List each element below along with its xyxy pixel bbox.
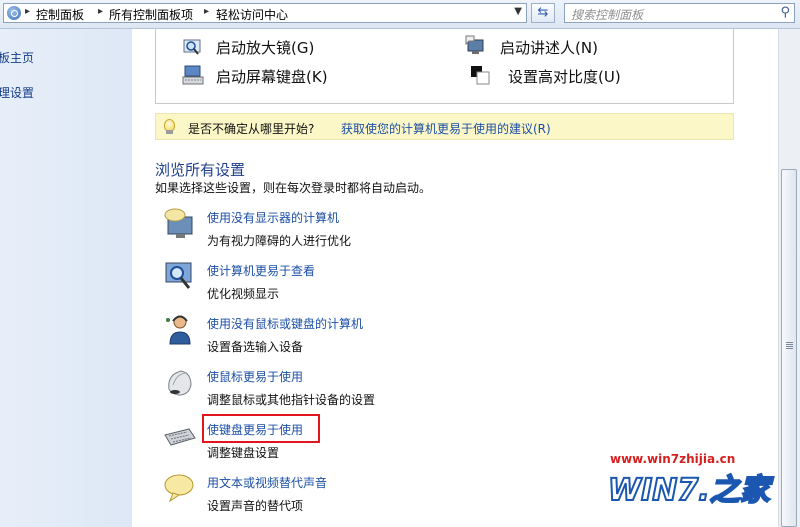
option-mouse-desc: 调整鼠标或其他指针设备的设置	[207, 393, 376, 407]
set-high-contrast-link[interactable]: 设置高对比度(U)	[508, 66, 621, 87]
onscreen-keyboard-icon	[182, 65, 204, 85]
search-placeholder: 搜索控制面板	[571, 8, 644, 22]
tip-question: 是否不确定从哪里开始?	[188, 122, 315, 136]
option-mouse-link[interactable]: 使鼠标更易于使用	[207, 368, 303, 385]
breadcrumb-separator-icon[interactable]: ▸	[98, 6, 103, 17]
refresh-button[interactable]: ⇆	[531, 3, 555, 23]
option-no-mouse-keyboard-link[interactable]: 使用没有鼠标或键盘的计算机	[207, 315, 363, 332]
breadcrumb-ease-of-access[interactable]: 轻松访问中心	[216, 6, 288, 23]
speech-bubble-icon	[164, 474, 194, 503]
magnifier-icon	[183, 39, 201, 55]
keyboard-option-highlight	[202, 414, 320, 443]
person-headset-icon	[166, 315, 191, 345]
start-magnifier-link[interactable]: 启动放大镜(G)	[216, 37, 314, 58]
keyboard-icon	[164, 428, 196, 446]
monitor-speech-icon	[164, 208, 193, 238]
option-easier-see-link[interactable]: 使计算机更易于查看	[207, 262, 315, 279]
chevron-down-icon[interactable]: ▼	[514, 6, 522, 17]
address-toolbar: ▸ 控制面板 ▸ 所有控制面板项 ▸ 轻松访问中心 ▼ ⇆ 搜索控制面板 ⚲	[0, 0, 800, 29]
breadcrumb-separator-icon[interactable]: ▸	[204, 6, 209, 17]
option-easier-see-desc: 优化视频显示	[207, 287, 280, 301]
section-description: 如果选择这些设置，则在每次登录时都将自动启动。	[155, 181, 432, 195]
nav-manage-link[interactable]: 理设置	[0, 84, 34, 101]
get-recommendations-link[interactable]: 获取使您的计算机更易于使用的建议(R)	[341, 120, 551, 137]
quick-access-box: 启动放大镜(G) 启动讲述人(N) 启动屏幕键盘(K) 设置高对比度(U)	[155, 29, 734, 104]
search-input[interactable]: 搜索控制面板 ⚲	[564, 3, 795, 23]
tip-bar: 是否不确定从哪里开始? 获取使您的计算机更易于使用的建议(R)	[155, 113, 734, 140]
option-keyboard-desc: 调整键盘设置	[207, 446, 280, 460]
scrollbar-grip	[786, 342, 793, 343]
option-no-mouse-keyboard-desc: 设置备选输入设备	[207, 340, 304, 354]
breadcrumb-all-items[interactable]: 所有控制面板项	[109, 6, 193, 23]
breadcrumb-separator-icon[interactable]: ▸	[25, 6, 30, 17]
lightbulb-base	[166, 130, 173, 134]
watermark-url: www.win7zhijia.cn	[610, 452, 736, 466]
vertical-scrollbar[interactable]	[778, 29, 800, 527]
high-contrast-icon	[471, 66, 490, 85]
option-text-video-link[interactable]: 用文本或视频替代声音	[207, 474, 327, 491]
section-title: 浏览所有设置	[155, 161, 246, 179]
nav-home-link[interactable]: 板主页	[0, 49, 34, 66]
search-icon[interactable]: ⚲	[780, 5, 790, 20]
option-no-display-desc: 为有视力障碍的人进行优化	[207, 234, 352, 248]
scrollbar-thumb[interactable]	[781, 169, 797, 527]
breadcrumb-control-panel[interactable]: 控制面板	[36, 6, 84, 23]
narrator-icon	[465, 35, 484, 54]
address-bar[interactable]: ▸ 控制面板 ▸ 所有控制面板项 ▸ 轻松访问中心 ▼	[3, 3, 527, 23]
mouse-icon	[168, 370, 192, 396]
start-narrator-link[interactable]: 启动讲述人(N)	[500, 37, 598, 58]
monitor-magnifier-icon	[165, 262, 192, 289]
option-no-display-link[interactable]: 使用没有显示器的计算机	[207, 209, 339, 226]
start-onscreen-keyboard-link[interactable]: 启动屏幕键盘(K)	[216, 66, 328, 87]
left-nav-pane: 板主页 理设置	[0, 29, 132, 527]
option-text-video-desc: 设置声音的替代项	[207, 499, 304, 513]
watermark-logo: WIN7.之家	[607, 472, 775, 509]
watermark-logo-text: WIN7.之家	[608, 473, 774, 508]
refresh-icon: ⇆	[537, 5, 549, 20]
control-panel-icon	[7, 6, 21, 20]
